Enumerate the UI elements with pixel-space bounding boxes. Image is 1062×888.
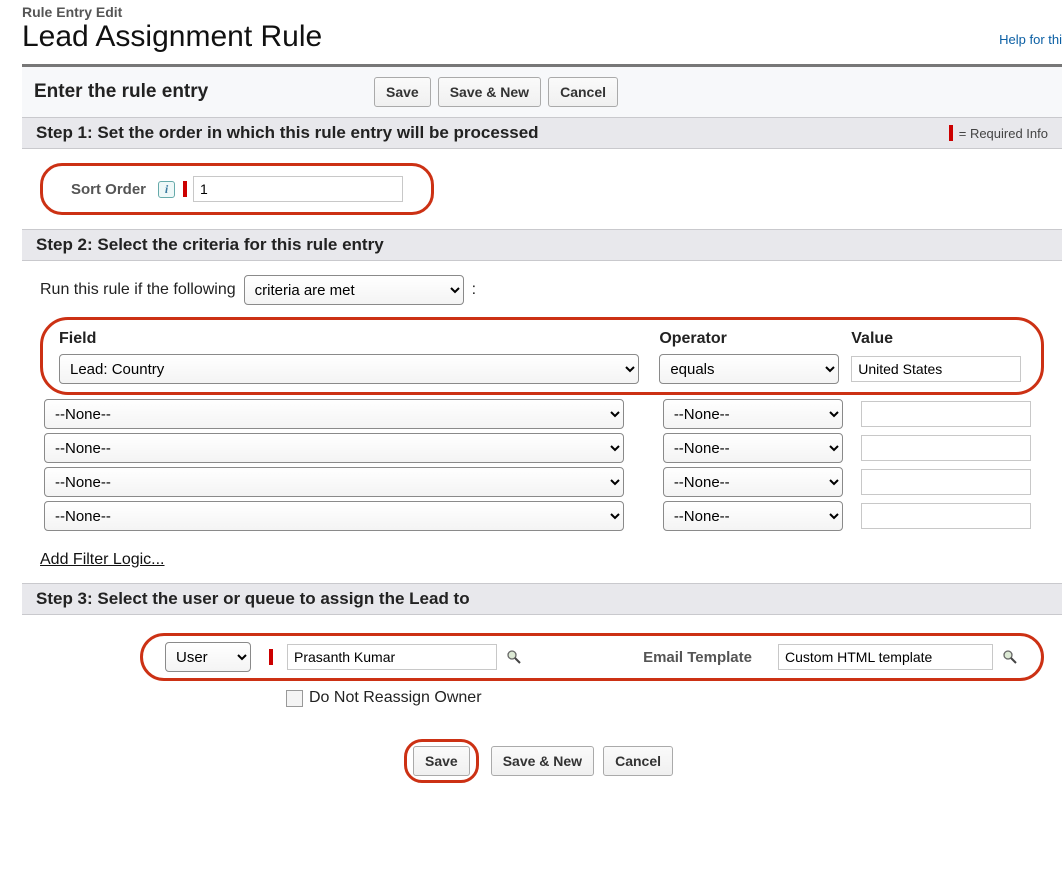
criteria-col-field: Field [55, 324, 655, 352]
lookup-icon[interactable] [505, 648, 523, 666]
step1-title: Step 1: Set the order in which this rule… [36, 123, 539, 143]
add-filter-logic-link[interactable]: Add Filter Logic... [40, 551, 165, 568]
lookup-icon[interactable] [1001, 648, 1019, 666]
header-title: Enter the rule entry [34, 81, 374, 103]
criteria-value-input[interactable] [861, 469, 1031, 495]
page-title: Lead Assignment Rule [22, 20, 1062, 54]
step3-highlight: User Email Template [140, 633, 1044, 681]
criteria-operator-select[interactable]: --None-- [663, 399, 843, 429]
criteria-prefix: Run this rule if the following [40, 281, 236, 299]
assign-type-select[interactable]: User [165, 642, 251, 672]
sort-order-input[interactable] [193, 176, 403, 202]
criteria-row: --None-- --None-- [40, 499, 1044, 533]
save-highlight: Save [404, 739, 479, 783]
do-not-reassign-label: Do Not Reassign Owner [309, 689, 482, 707]
criteria-value-input[interactable] [851, 356, 1021, 382]
required-legend: = Required Info [949, 125, 1048, 141]
sort-order-label: Sort Order [71, 181, 146, 198]
criteria-row: --None-- --None-- [40, 431, 1044, 465]
help-link[interactable]: Help for thi [999, 32, 1062, 47]
required-mark-icon [949, 125, 953, 141]
criteria-highlight: Field Operator Value Lead: Country equal… [40, 317, 1044, 395]
criteria-col-operator: Operator [655, 324, 847, 352]
step2-title: Step 2: Select the criteria for this rul… [36, 235, 384, 255]
required-legend-text: = Required Info [959, 126, 1048, 141]
required-mark-icon [269, 649, 273, 665]
criteria-value-input[interactable] [861, 435, 1031, 461]
criteria-row: Lead: Country equals [55, 352, 1029, 386]
criteria-field-select[interactable]: Lead: Country [59, 354, 639, 384]
criteria-operator-select[interactable]: --None-- [663, 501, 843, 531]
do-not-reassign-row: Do Not Reassign Owner [286, 689, 1044, 707]
criteria-mode-select[interactable]: criteria are met [244, 275, 464, 305]
step1-highlight: Sort Order i [40, 163, 434, 215]
step3-header: Step 3: Select the user or queue to assi… [22, 583, 1062, 615]
criteria-operator-select[interactable]: --None-- [663, 433, 843, 463]
cancel-button-bottom[interactable]: Cancel [603, 746, 673, 776]
breadcrumb: Rule Entry Edit [22, 4, 1062, 20]
save-and-new-button[interactable]: Save & New [438, 77, 541, 107]
step3-title: Step 3: Select the user or queue to assi… [36, 589, 470, 609]
email-template-label: Email Template [643, 649, 752, 666]
footer-button-bar: Save Save & New Cancel [22, 721, 1062, 803]
criteria-table: Field Operator Value Lead: Country equal… [55, 324, 1029, 386]
save-button-bottom[interactable]: Save [413, 746, 470, 776]
save-button[interactable]: Save [374, 77, 431, 107]
criteria-col-value: Value [847, 324, 1029, 352]
criteria-table-rest: --None-- --None-- --None-- --None-- --No… [40, 397, 1044, 533]
criteria-operator-select[interactable]: --None-- [663, 467, 843, 497]
criteria-colon: : [472, 281, 476, 299]
assign-user-input[interactable] [287, 644, 497, 670]
save-and-new-button-bottom[interactable]: Save & New [491, 746, 594, 776]
info-icon[interactable]: i [158, 181, 175, 198]
step1-header: Step 1: Set the order in which this rule… [22, 117, 1062, 149]
page-header-bar: Enter the rule entry Save Save & New Can… [22, 67, 1062, 117]
criteria-row: --None-- --None-- [40, 465, 1044, 499]
criteria-value-input[interactable] [861, 503, 1031, 529]
required-mark-icon [183, 181, 187, 197]
criteria-field-select[interactable]: --None-- [44, 399, 624, 429]
email-template-input[interactable] [778, 644, 993, 670]
criteria-row: --None-- --None-- [40, 397, 1044, 431]
do-not-reassign-checkbox[interactable] [286, 690, 303, 707]
cancel-button[interactable]: Cancel [548, 77, 618, 107]
criteria-field-select[interactable]: --None-- [44, 433, 624, 463]
step2-header: Step 2: Select the criteria for this rul… [22, 229, 1062, 261]
criteria-field-select[interactable]: --None-- [44, 501, 624, 531]
criteria-field-select[interactable]: --None-- [44, 467, 624, 497]
criteria-value-input[interactable] [861, 401, 1031, 427]
criteria-operator-select[interactable]: equals [659, 354, 839, 384]
